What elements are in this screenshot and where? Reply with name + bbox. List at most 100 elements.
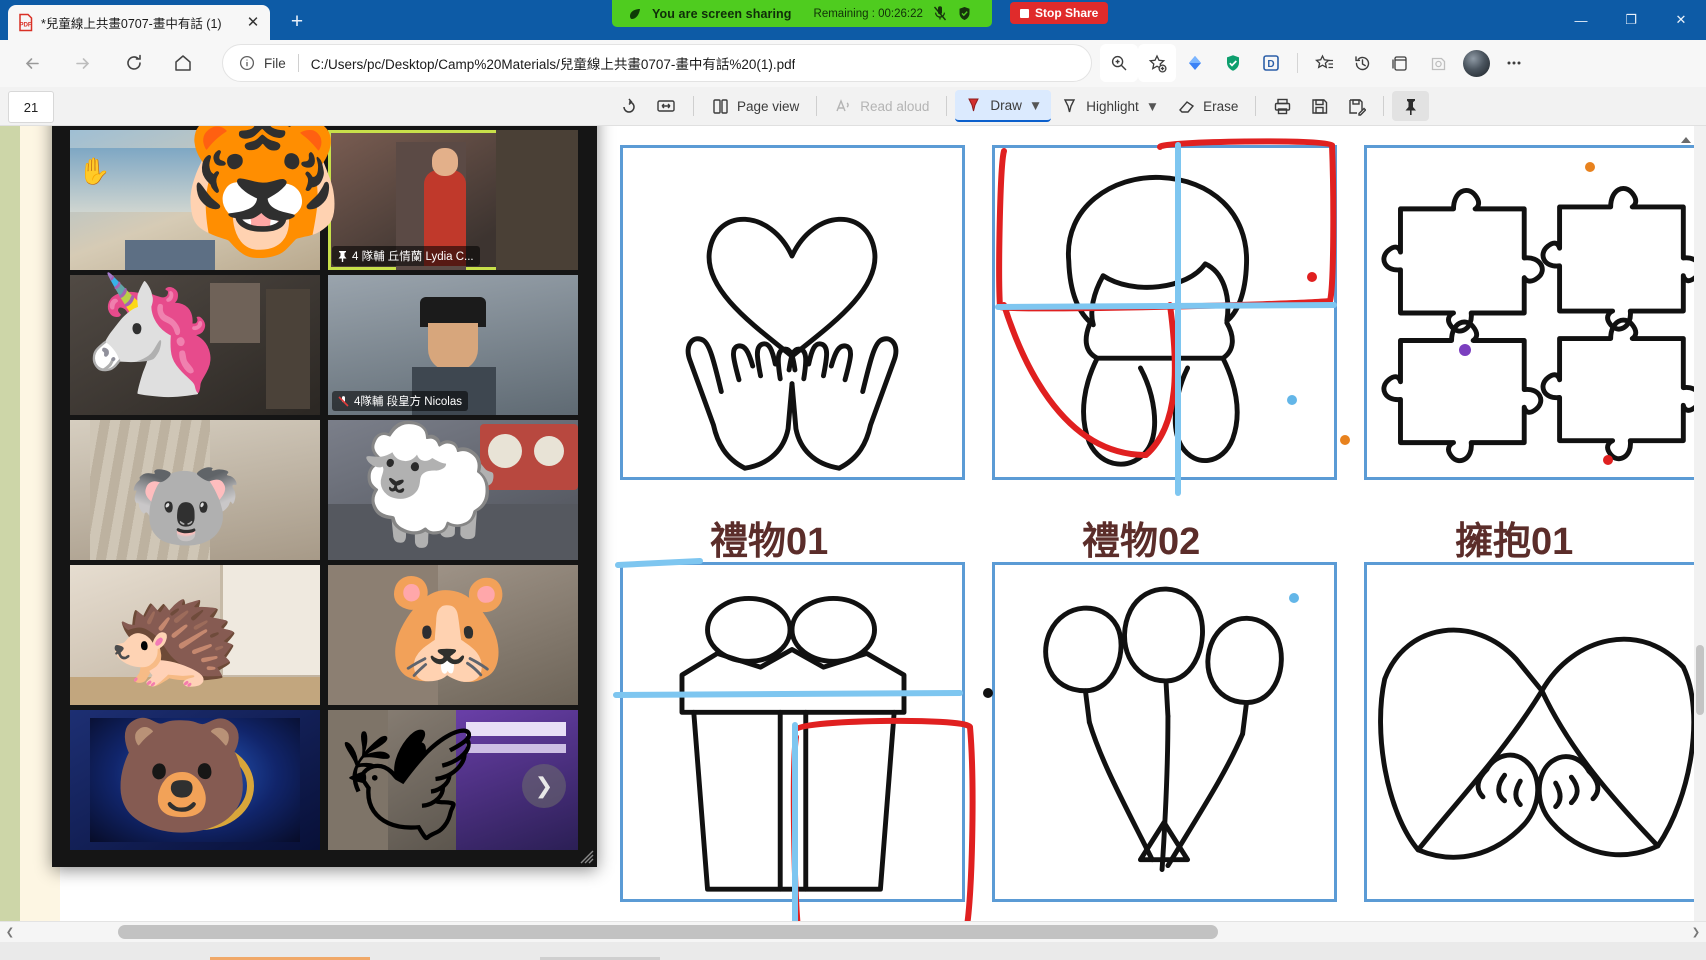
- extension-diamond-icon[interactable]: [1176, 44, 1214, 82]
- horizontal-scroll-thumb[interactable]: [118, 925, 1218, 939]
- address-url-text: C:/Users/pc/Desktop/Camp%20Materials/兒童線…: [310, 57, 796, 72]
- new-tab-button[interactable]: +: [283, 8, 311, 36]
- profile-avatar[interactable]: [1457, 44, 1495, 82]
- highlight-button[interactable]: Highlight ▼: [1051, 91, 1168, 121]
- save-button[interactable]: [1301, 91, 1338, 121]
- bear-avatar-icon: 🐻: [112, 713, 252, 838]
- drawing-cell-balloons: [992, 562, 1337, 902]
- pdf-icon: PDF: [14, 12, 36, 34]
- back-button[interactable]: [12, 43, 52, 83]
- highlight-chevron-down-icon[interactable]: ▼: [1146, 99, 1159, 114]
- page-number-field[interactable]: 21: [8, 91, 54, 123]
- hedgehog-avatar-icon: 🦔: [106, 573, 243, 696]
- pdf-vertical-scroll-thumb[interactable]: [1696, 645, 1704, 715]
- caption-text: 擁抱: [1455, 521, 1532, 563]
- copilot-icon[interactable]: [1419, 44, 1457, 82]
- pin-toolbar-button[interactable]: [1392, 91, 1430, 121]
- extension-d-icon[interactable]: D: [1252, 44, 1290, 82]
- balloons-drawing: [1043, 586, 1284, 872]
- toolbar-divider: [693, 96, 694, 116]
- koala-avatar-icon: 🐨: [128, 455, 243, 557]
- stop-square-icon: [1020, 8, 1029, 18]
- drawing-cell-puzzle: [1364, 145, 1706, 480]
- zoom-in-icon[interactable]: [1100, 44, 1138, 82]
- close-button[interactable]: ✕: [1656, 0, 1706, 40]
- scroll-right-arrow[interactable]: ❯: [1688, 924, 1704, 940]
- participant-label: 4隊輔 段皇方 Nicolas: [332, 391, 468, 411]
- draw-button[interactable]: Draw ▼: [955, 90, 1052, 122]
- toolbar-divider: [1383, 96, 1385, 116]
- participant-tile[interactable]: 4隊輔 段皇方 Nicolas: [328, 275, 578, 415]
- caption-hug-01: 擁抱01: [1455, 510, 1573, 565]
- toolbar-divider: [1297, 53, 1298, 73]
- erase-button[interactable]: Erase: [1168, 91, 1247, 121]
- toolbar-divider: [946, 96, 948, 116]
- taskbar-strip: [0, 942, 1706, 960]
- browser-tab[interactable]: PDF *兒童線上共畫0707-畫中有話 (1) ✕: [8, 5, 270, 40]
- page-view-label: Page view: [737, 98, 800, 114]
- add-favorite-icon[interactable]: [1138, 44, 1176, 82]
- site-info-icon[interactable]: [237, 53, 257, 73]
- sheep-avatar-icon: 🐑: [358, 419, 503, 549]
- caption-text: 禮物: [1082, 521, 1159, 563]
- page-view-button[interactable]: Page view: [702, 91, 808, 121]
- minimize-button[interactable]: —: [1556, 0, 1606, 40]
- adblock-shield-icon[interactable]: [1214, 44, 1252, 82]
- rotate-button[interactable]: [610, 91, 647, 121]
- horizontal-scrollbar[interactable]: ❮ ❯: [0, 921, 1706, 942]
- heart-hands-drawing: [685, 216, 899, 471]
- draw-chevron-down-icon[interactable]: ▼: [1029, 98, 1042, 113]
- next-participants-button[interactable]: ❯: [522, 764, 566, 808]
- participant-label: 4 隊輔 丘情蘭 Lydia C...: [332, 246, 480, 266]
- toolbar-divider: [816, 96, 818, 116]
- browser-toolbar-icons: D: [1100, 43, 1533, 83]
- scroll-up-caret-icon[interactable]: [1680, 132, 1691, 143]
- read-aloud-button[interactable]: Read aloud: [825, 91, 938, 121]
- address-scheme-label: File: [264, 55, 286, 71]
- collections-icon[interactable]: [1381, 44, 1419, 82]
- hamster-avatar-icon: 🐹: [378, 563, 518, 688]
- screen-share-bar: You are screen sharing Remaining : 00:26…: [612, 0, 992, 27]
- home-button[interactable]: [163, 43, 203, 83]
- fit-to-width-button[interactable]: [647, 91, 685, 121]
- caption-gift-02: 禮物02: [1082, 510, 1200, 565]
- close-icon[interactable]: ✕: [242, 12, 264, 34]
- tab-title: *兒童線上共畫0707-畫中有話 (1): [41, 17, 222, 31]
- caption-number: 02: [1158, 521, 1201, 563]
- mic-muted-icon[interactable]: [933, 6, 947, 21]
- participant-name: 4 隊輔 丘情蘭 Lydia C...: [352, 251, 474, 263]
- caption-text: 禮物: [710, 521, 787, 563]
- caption-number: 01: [1531, 521, 1574, 563]
- stop-share-button[interactable]: Stop Share: [1010, 2, 1109, 24]
- zoom-meeting-window[interactable]: ✋ 4 隊輔 丘情蘭 Lydia C... 4隊輔 段皇方 Nicolas 🐯 …: [52, 92, 597, 867]
- gift-box-drawing: [679, 595, 907, 892]
- drawing-cell-hug-heart: [1364, 562, 1706, 902]
- read-aloud-label: Read aloud: [860, 98, 930, 114]
- scroll-left-arrow[interactable]: ❮: [2, 924, 18, 940]
- mic-muted-icon: [338, 395, 349, 407]
- shield-icon[interactable]: [957, 6, 972, 21]
- print-button[interactable]: [1264, 91, 1301, 121]
- tiger-avatar-icon: 🐯: [180, 114, 345, 261]
- history-icon[interactable]: [1343, 44, 1381, 82]
- dove-avatar-icon: 🕊: [338, 723, 478, 846]
- favorites-icon[interactable]: [1305, 44, 1343, 82]
- address-bar[interactable]: File C:/Users/pc/Desktop/Camp%20Material…: [222, 44, 1092, 82]
- zoom-participant-grid: ✋ 4 隊輔 丘情蘭 Lydia C... 4隊輔 段皇方 Nicolas 🐯 …: [70, 122, 578, 850]
- settings-more-icon[interactable]: [1495, 44, 1533, 82]
- drawing-cell-girl-head: [992, 145, 1337, 480]
- window-controls: — ❐ ✕: [1556, 0, 1706, 40]
- maximize-button[interactable]: ❐: [1606, 0, 1656, 40]
- next-arrow-icon: ❯: [534, 773, 554, 798]
- share-status-text: You are screen sharing: [652, 6, 792, 21]
- puzzle-pieces-drawing: [1381, 186, 1703, 464]
- drawing-cell-heart-hands: [620, 145, 965, 480]
- caption-number: 01: [786, 521, 829, 563]
- pdf-vertical-scrollbar[interactable]: [1694, 125, 1706, 935]
- refresh-button[interactable]: [114, 43, 154, 83]
- resize-grip[interactable]: [580, 850, 594, 864]
- forward-button[interactable]: [62, 43, 102, 83]
- hug-heart-drawing: [1378, 627, 1697, 860]
- save-as-button[interactable]: [1338, 91, 1375, 121]
- participant-tile[interactable]: 4 隊輔 丘情蘭 Lydia C...: [328, 130, 578, 270]
